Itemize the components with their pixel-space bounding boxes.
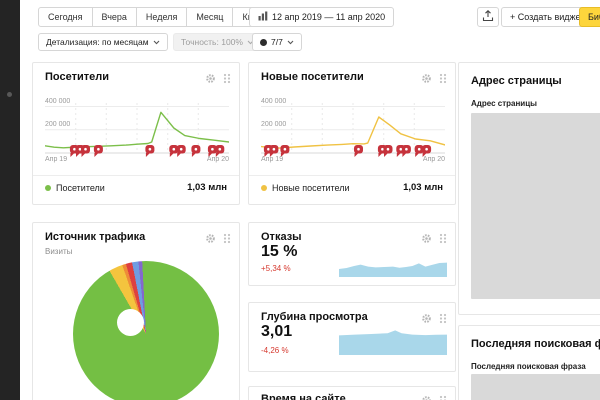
widget-title: Источник трафика <box>45 231 145 243</box>
gear-icon[interactable] <box>421 393 432 400</box>
widget-header: Посетители <box>45 71 231 89</box>
library-label: Библиотека <box>588 12 600 22</box>
gear-icon[interactable] <box>421 71 432 89</box>
legend-label: Новые посетители <box>272 183 350 193</box>
visitors-chart[interactable] <box>45 99 229 163</box>
widget-traffic-source: Источник трафика Визиты <box>32 222 240 400</box>
widget-header: Адрес страницы <box>471 75 600 87</box>
chart-legend: Новые посетители 1,03 млн <box>261 182 443 193</box>
widget-title: Адрес страницы <box>471 75 562 87</box>
x-tick: Апр 20 <box>207 156 229 163</box>
library-button[interactable]: Библиотека <box>579 7 600 27</box>
widget-bounces: Отказы 15 % +5,34 % <box>248 222 456 286</box>
drag-handle-icon[interactable] <box>439 71 447 89</box>
drag-handle-icon[interactable] <box>439 393 447 400</box>
kpi-value: 3,01 <box>261 323 292 341</box>
divider <box>33 175 239 176</box>
detalization-dropdown[interactable]: Детализация: по месяцам <box>38 33 168 51</box>
widget-title: Отказы <box>261 231 302 243</box>
column-label: Последняя поисковая фраза <box>471 362 586 371</box>
bar-chart-icon <box>258 11 268 23</box>
widget-page-address: Адрес страницы Адрес страницы <box>458 62 600 315</box>
kpi-delta: -4,26 % <box>261 346 289 355</box>
drag-handle-icon[interactable] <box>223 231 231 249</box>
widget-time-on-site: Время на сайте <box>248 386 456 400</box>
period-today[interactable]: Сегодня <box>38 7 93 27</box>
chevron-down-icon <box>153 37 160 47</box>
legend-dot <box>45 185 51 191</box>
kpi-delta: +5,34 % <box>261 264 291 273</box>
export-icon <box>482 10 494 24</box>
depth-sparkline[interactable] <box>339 327 447 355</box>
widget-visitors: Посетители 400 000 200 000 Апр 19 Апр 20… <box>32 62 240 205</box>
accuracy-label: Точность: 100% <box>181 37 243 47</box>
create-widget-label: + Создать виджет <box>510 12 584 22</box>
widget-new-visitors: Новые посетители 400 000 200 000 Апр 19 … <box>248 62 456 205</box>
segments-dropdown[interactable]: 7/7 <box>252 33 302 51</box>
x-tick: Апр 19 <box>45 156 67 163</box>
export-button[interactable] <box>477 7 499 27</box>
widget-last-search-phrase: Последняя поисковая фраза Последняя поис… <box>458 325 600 400</box>
app-sidebar <box>0 0 20 400</box>
period-yesterday[interactable]: Вчера <box>93 7 137 27</box>
legend-value: 1,03 млн <box>403 182 443 193</box>
widget-subtitle: Визиты <box>45 247 72 256</box>
bounces-sparkline[interactable] <box>339 257 447 277</box>
metrica-dashboard: Сегодня Вчера Неделя Месяц Квартал Год 1… <box>0 0 600 400</box>
x-tick: Апр 20 <box>423 156 445 163</box>
legend-label: Посетители <box>56 183 105 193</box>
date-range-label: 12 апр 2019 — 11 апр 2020 <box>272 12 385 22</box>
segments-icon <box>260 39 267 46</box>
widget-title: Посетители <box>45 71 109 83</box>
x-tick: Апр 19 <box>261 156 283 163</box>
divider <box>249 175 455 176</box>
drag-handle-icon[interactable] <box>439 231 447 249</box>
widget-header: Время на сайте <box>261 393 447 400</box>
traffic-source-donut[interactable] <box>73 261 219 400</box>
widget-title: Время на сайте <box>261 393 346 400</box>
date-range-button[interactable]: 12 апр 2019 — 11 апр 2020 <box>249 7 394 27</box>
gear-icon[interactable] <box>205 231 216 249</box>
gear-icon[interactable] <box>421 231 432 249</box>
chevron-down-icon <box>287 37 294 47</box>
widget-header: Новые посетители <box>261 71 447 89</box>
legend-dot <box>261 185 267 191</box>
donut-hole <box>117 309 144 336</box>
legend-value: 1,03 млн <box>187 182 227 193</box>
widget-header: Источник трафика <box>45 231 231 249</box>
column-label: Адрес страницы <box>471 99 537 108</box>
sidebar-menu-icon[interactable] <box>7 92 12 97</box>
drag-handle-icon[interactable] <box>223 71 231 89</box>
period-week[interactable]: Неделя <box>137 7 187 27</box>
last-search-placeholder <box>471 374 600 400</box>
widget-title: Глубина просмотра <box>261 311 368 323</box>
kpi-value: 15 % <box>261 243 297 261</box>
gear-icon[interactable] <box>205 71 216 89</box>
widget-view-depth: Глубина просмотра 3,01 -4,26 % <box>248 302 456 372</box>
chart-legend: Посетители 1,03 млн <box>45 182 227 193</box>
accuracy-dropdown[interactable]: Точность: 100% <box>173 33 262 51</box>
widget-header: Последняя поисковая фраза <box>471 338 600 350</box>
new-visitors-chart[interactable] <box>261 99 445 163</box>
segments-label: 7/7 <box>271 37 283 47</box>
widget-title: Новые посетители <box>261 71 364 83</box>
detalization-label: Детализация: по месяцам <box>46 37 149 47</box>
widget-title: Последняя поисковая фраза <box>471 338 600 350</box>
period-month[interactable]: Месяц <box>187 7 233 27</box>
page-address-placeholder <box>471 113 600 299</box>
